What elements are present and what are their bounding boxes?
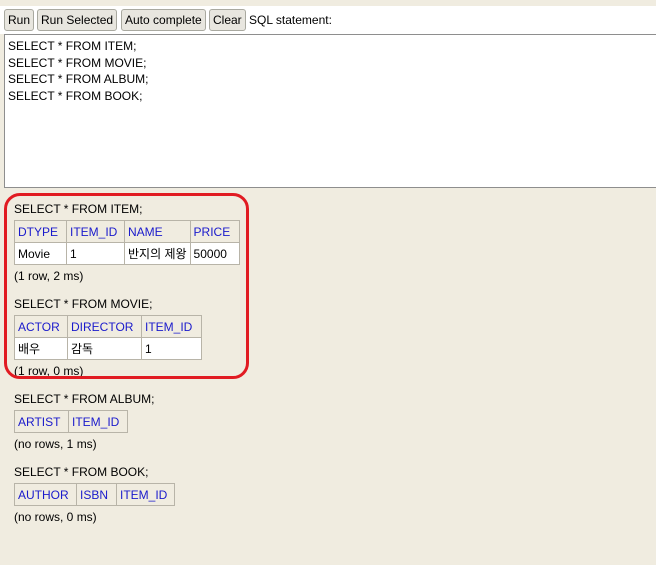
result-item: SELECT * FROM ITEM; DTYPE ITEM_ID NAME P… xyxy=(14,202,240,283)
result-table-movie: ACTOR DIRECTOR ITEM_ID 배우 감독 1 xyxy=(14,315,202,360)
result-album: SELECT * FROM ALBUM; ARTIST ITEM_ID (no … xyxy=(14,392,154,451)
result-status: (no rows, 1 ms) xyxy=(14,437,97,451)
table-row: 배우 감독 1 xyxy=(14,337,202,360)
result-status: (1 row, 0 ms) xyxy=(14,364,84,378)
table-cell: 배우 xyxy=(14,337,68,360)
result-sql-text: SELECT * FROM ALBUM; xyxy=(14,392,155,406)
result-sql-text: SELECT * FROM MOVIE; xyxy=(14,297,153,311)
result-table-book: AUTHOR ISBN ITEM_ID xyxy=(14,483,175,506)
column-header[interactable]: DTYPE xyxy=(14,220,67,243)
table-header-row: ARTIST ITEM_ID xyxy=(14,410,128,433)
table-cell: 1 xyxy=(141,337,202,360)
result-table-item: DTYPE ITEM_ID NAME PRICE Movie 1 반지의 제왕 … xyxy=(14,220,240,265)
clear-button[interactable]: Clear xyxy=(209,9,246,31)
table-cell: 감독 xyxy=(67,337,142,360)
result-status: (no rows, 0 ms) xyxy=(14,510,97,524)
column-header[interactable]: DIRECTOR xyxy=(67,315,142,338)
toolbar: Run Run Selected Auto complete Clear SQL… xyxy=(0,6,656,34)
table-cell: 50000 xyxy=(189,242,240,265)
h2-console: Run Run Selected Auto complete Clear SQL… xyxy=(0,0,656,565)
column-header[interactable]: ITEM_ID xyxy=(66,220,125,243)
column-header[interactable]: ITEM_ID xyxy=(68,410,128,433)
result-movie: SELECT * FROM MOVIE; ACTOR DIRECTOR ITEM… xyxy=(14,297,202,378)
column-header[interactable]: ITEM_ID xyxy=(141,315,202,338)
table-row: Movie 1 반지의 제왕 50000 xyxy=(14,242,240,265)
sql-editor-line: SELECT * FROM ITEM; xyxy=(8,39,137,53)
result-sql-text: SELECT * FROM ITEM; xyxy=(14,202,143,216)
column-header[interactable]: ARTIST xyxy=(14,410,69,433)
table-header-row: ACTOR DIRECTOR ITEM_ID xyxy=(14,315,202,338)
column-header[interactable]: ITEM_ID xyxy=(116,483,175,506)
table-cell: 1 xyxy=(66,242,125,265)
sql-editor-line: SELECT * FROM BOOK; xyxy=(8,88,143,103)
auto-complete-button[interactable]: Auto complete xyxy=(121,9,206,31)
run-button[interactable]: Run xyxy=(4,9,35,31)
table-header-row: AUTHOR ISBN ITEM_ID xyxy=(14,483,175,506)
run-selected-button[interactable]: Run Selected xyxy=(37,9,118,31)
table-header-row: DTYPE ITEM_ID NAME PRICE xyxy=(14,220,240,243)
column-header[interactable]: NAME xyxy=(124,220,191,243)
result-book: SELECT * FROM BOOK; AUTHOR ISBN ITEM_ID … xyxy=(14,465,175,524)
result-table-album: ARTIST ITEM_ID xyxy=(14,410,128,433)
result-status: (1 row, 2 ms) xyxy=(14,269,84,283)
table-cell: 반지의 제왕 xyxy=(124,242,191,265)
column-header[interactable]: PRICE xyxy=(189,220,240,243)
sql-editor[interactable]: SELECT * FROM ITEM; SELECT * FROM MOVIE;… xyxy=(4,34,656,188)
sql-editor-line: SELECT * FROM ALBUM; xyxy=(8,72,149,86)
column-header[interactable]: AUTHOR xyxy=(14,483,77,506)
column-header[interactable]: ISBN xyxy=(76,483,117,506)
sql-statement-label: SQL statement: xyxy=(249,13,332,27)
sql-editor-line: SELECT * FROM MOVIE; xyxy=(8,55,147,70)
table-cell: Movie xyxy=(14,242,67,265)
result-sql-text: SELECT * FROM BOOK; xyxy=(14,465,149,479)
column-header[interactable]: ACTOR xyxy=(14,315,68,338)
